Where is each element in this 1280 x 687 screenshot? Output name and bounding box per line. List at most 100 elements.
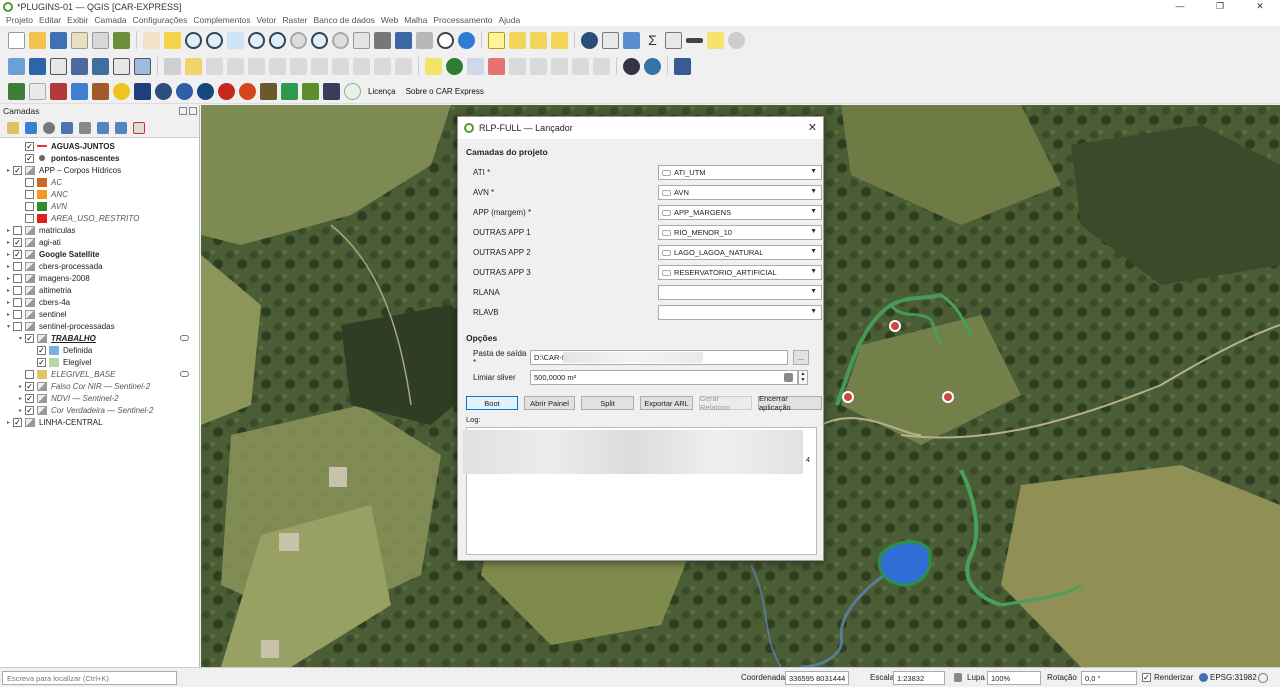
save-edits-icon[interactable]	[206, 57, 223, 75]
zoom-next-icon[interactable]	[332, 31, 349, 49]
car-plugin-1-icon[interactable]	[8, 82, 25, 100]
coordinate-field[interactable]: 336595 8031444	[785, 671, 849, 685]
zoom-native-icon[interactable]	[290, 31, 307, 49]
car-plugin-8-icon[interactable]	[155, 82, 172, 100]
layer-combo-outras-app-1[interactable]: RIO_MENOR_10 ▼	[658, 225, 822, 240]
render-checkbox[interactable]: ✓	[1142, 673, 1151, 682]
car-plugin-9-icon[interactable]	[176, 82, 193, 100]
expand-arrow-icon[interactable]: ▾	[4, 323, 13, 330]
layer-visibility-checkbox[interactable]	[25, 177, 34, 187]
scale-combo[interactable]: 1:23832	[893, 671, 945, 685]
layer-row[interactable]: ▸ matriculas	[0, 224, 199, 236]
current-edits-icon[interactable]	[185, 57, 202, 75]
lock-scale-icon[interactable]	[954, 673, 962, 682]
locator-search-input[interactable]: Escreva para localizar (Ctrl+K)	[2, 671, 177, 685]
layer-visibility-checkbox[interactable]: ✓	[25, 405, 34, 415]
new-map-view-icon[interactable]	[353, 31, 370, 49]
measure-icon[interactable]	[686, 37, 703, 43]
paste-features-icon[interactable]	[353, 57, 370, 75]
menu-configuracoes[interactable]: Configurações	[133, 15, 188, 25]
layer-indicator-icon[interactable]	[180, 371, 189, 377]
open-panel-button[interactable]: Abrir Painel	[524, 396, 575, 410]
menu-ajuda[interactable]: Ajuda	[498, 15, 520, 25]
add-delimited-icon[interactable]	[113, 57, 130, 75]
layer-visibility-checkbox[interactable]	[25, 369, 34, 379]
layer-row[interactable]: ▾ ✓ TRABALHO	[0, 332, 199, 344]
change-label-icon[interactable]	[551, 57, 568, 75]
rotation-spinbox[interactable]: 0,0 °	[1081, 671, 1137, 685]
collapse-all-icon[interactable]	[115, 121, 127, 134]
layer-row[interactable]: ▸ altimetria	[0, 284, 199, 296]
pan-hand-icon[interactable]	[143, 31, 160, 49]
layer-visibility-checkbox[interactable]	[13, 309, 22, 319]
add-wms-icon[interactable]	[92, 57, 109, 75]
redo-icon[interactable]	[395, 57, 412, 75]
menu-projeto[interactable]: Projeto	[6, 15, 33, 25]
new-3d-map-icon[interactable]	[374, 31, 391, 49]
layer-visibility-checkbox[interactable]: ✓	[13, 417, 22, 427]
new-project-icon[interactable]	[8, 31, 25, 49]
layer-visibility-checkbox[interactable]: ✓	[25, 141, 34, 151]
layer-row[interactable]: ▸ ✓ Cor Verdadeira — Sentinel-2	[0, 404, 199, 416]
manage-themes-icon[interactable]	[43, 121, 55, 134]
layer-visibility-checkbox[interactable]: ✓	[37, 357, 46, 367]
pin-labels-icon[interactable]	[467, 57, 484, 75]
layer-row[interactable]: AREA_USO_RESTRITO	[0, 212, 199, 224]
bookmark-icon[interactable]	[395, 31, 412, 49]
layer-visibility-checkbox[interactable]: ✓	[25, 333, 34, 343]
car-plugin-17-icon[interactable]	[344, 82, 361, 100]
map-tips-icon[interactable]	[707, 31, 724, 49]
close-application-button[interactable]: Encerrar aplicação	[758, 394, 822, 412]
maximize-button[interactable]: ❐	[1200, 0, 1240, 13]
layer-combo-rlana[interactable]: ▼	[658, 285, 822, 300]
save-project-icon[interactable]	[50, 31, 67, 49]
layer-row[interactable]: ELEGIVEL_BASE	[0, 368, 199, 380]
layer-row[interactable]: AC	[0, 176, 199, 188]
layer-row[interactable]: ▸ cbers-4a	[0, 296, 199, 308]
delete-selected-icon[interactable]	[290, 57, 307, 75]
menu-camada[interactable]: Camada	[94, 15, 126, 25]
layer-row[interactable]: ▸ ✓ Google Satellite	[0, 248, 199, 260]
add-mesh-icon[interactable]	[134, 57, 151, 75]
layer-visibility-checkbox[interactable]: ✓	[13, 249, 22, 259]
expand-arrow-icon[interactable]: ▸	[16, 395, 25, 402]
layer-row[interactable]: ▸ ✓ APP – Corpos Hídricos	[0, 164, 199, 176]
car-plugin-3-icon[interactable]	[50, 82, 67, 100]
layer-indicator-icon[interactable]	[180, 335, 189, 341]
browse-folder-button[interactable]: ...	[793, 350, 809, 365]
layer-visibility-checkbox[interactable]	[25, 201, 34, 211]
layer-row[interactable]: ✓ Elegível	[0, 356, 199, 368]
close-panel-icon[interactable]	[189, 107, 197, 115]
toggle-editing-icon[interactable]	[164, 57, 181, 75]
field-calculator-icon[interactable]	[623, 31, 640, 49]
expand-arrow-icon[interactable]: ▸	[4, 419, 13, 426]
expand-arrow-icon[interactable]: ▸	[4, 263, 13, 270]
layer-combo-avn[interactable]: AVN ▼	[658, 185, 822, 200]
layer-row[interactable]: ▸ imagens-2008	[0, 272, 199, 284]
about-car-express-link[interactable]: Sobre o CAR Express	[406, 87, 484, 96]
spring-point[interactable]	[889, 320, 901, 332]
style-manager-icon[interactable]	[113, 31, 130, 49]
sliver-stepper[interactable]: ▲ ▼	[798, 370, 808, 385]
refresh-icon[interactable]	[458, 31, 475, 49]
crs-button[interactable]: EPSG:31982	[1210, 673, 1257, 682]
layer-visibility-checkbox[interactable]: ✓	[37, 345, 46, 355]
undo-icon[interactable]	[374, 57, 391, 75]
menu-raster[interactable]: Raster	[282, 15, 307, 25]
expand-arrow-icon[interactable]: ▸	[4, 167, 13, 174]
output-folder-input[interactable]: D:\CAR-E	[530, 350, 788, 365]
car-plugin-7-icon[interactable]	[134, 82, 151, 100]
identify-icon[interactable]	[581, 31, 598, 49]
add-vector-icon[interactable]	[50, 57, 67, 75]
magnifier-spinbox[interactable]: 100%	[987, 671, 1041, 685]
layer-combo-app-margem[interactable]: APP_MARGENS ▼	[658, 205, 822, 220]
cut-features-icon[interactable]	[311, 57, 328, 75]
expand-arrow-icon[interactable]: ▸	[4, 251, 13, 258]
expand-arrow-icon[interactable]: ▸	[4, 287, 13, 294]
layer-row[interactable]: ▸ sentinel	[0, 308, 199, 320]
spring-point[interactable]	[842, 391, 854, 403]
filter-legend-icon[interactable]	[61, 121, 73, 134]
split-button[interactable]: Split	[581, 396, 634, 410]
expand-arrow-icon[interactable]: ▸	[4, 227, 13, 234]
deselect-features-icon[interactable]	[530, 31, 547, 49]
